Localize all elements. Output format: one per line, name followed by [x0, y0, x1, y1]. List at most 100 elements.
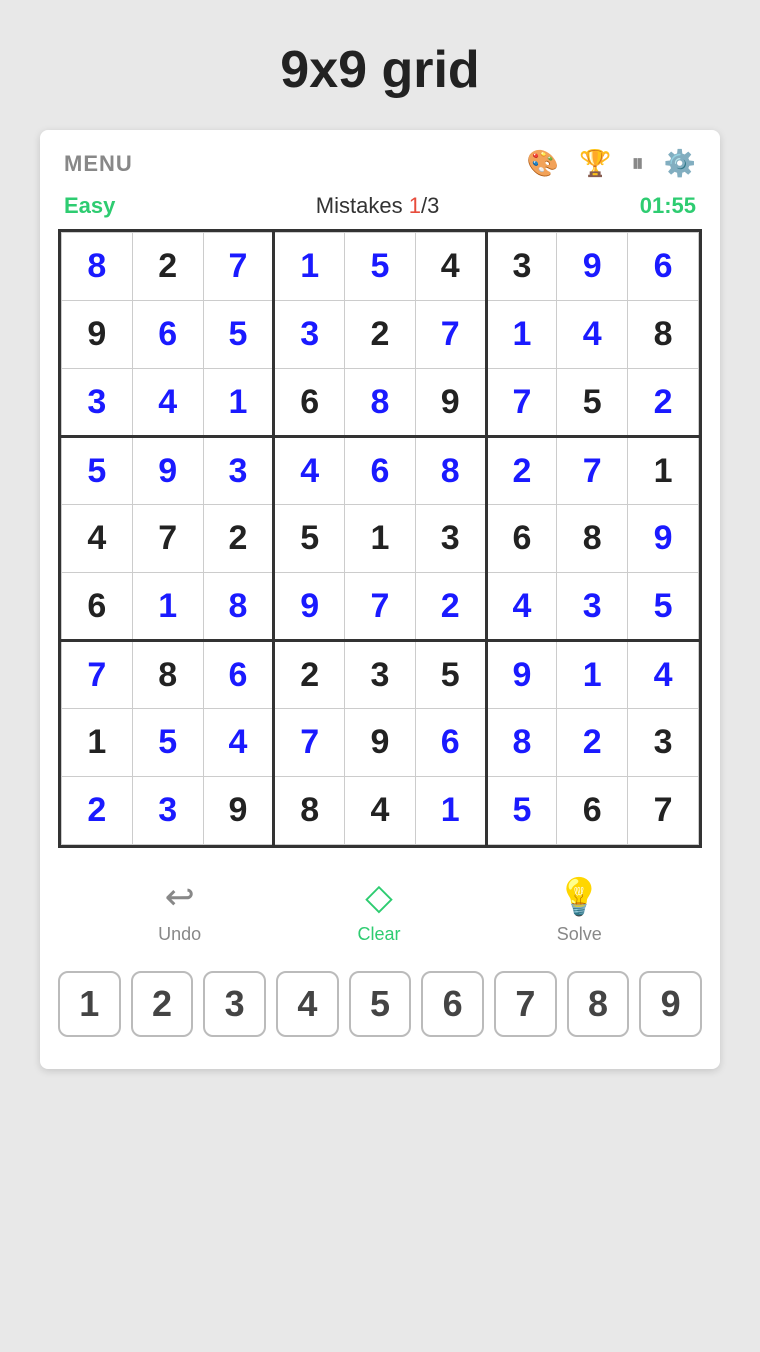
table-row[interactable]: 7: [132, 505, 203, 573]
table-row[interactable]: 6: [415, 709, 486, 777]
table-row[interactable]: 6: [557, 777, 628, 845]
table-row[interactable]: 6: [345, 437, 416, 505]
table-row[interactable]: 8: [132, 641, 203, 709]
table-row[interactable]: 7: [557, 437, 628, 505]
table-row[interactable]: 4: [486, 573, 557, 641]
table-row[interactable]: 9: [628, 505, 699, 573]
table-row[interactable]: 7: [203, 233, 274, 301]
table-row[interactable]: 1: [415, 777, 486, 845]
table-row[interactable]: 9: [415, 369, 486, 437]
table-row[interactable]: 4: [345, 777, 416, 845]
table-row[interactable]: 2: [274, 641, 345, 709]
table-row[interactable]: 2: [628, 369, 699, 437]
table-row[interactable]: 3: [557, 573, 628, 641]
table-row[interactable]: 6: [62, 573, 133, 641]
table-row[interactable]: 1: [132, 573, 203, 641]
palette-icon[interactable]: 🎨: [527, 148, 559, 179]
number-button-7[interactable]: 7: [494, 971, 557, 1037]
table-row[interactable]: 8: [345, 369, 416, 437]
trophy-icon[interactable]: 🏆: [579, 148, 611, 179]
table-row[interactable]: 1: [557, 641, 628, 709]
table-row[interactable]: 1: [628, 437, 699, 505]
table-row[interactable]: 7: [274, 709, 345, 777]
table-row[interactable]: 7: [345, 573, 416, 641]
table-row[interactable]: 8: [203, 573, 274, 641]
table-row[interactable]: 5: [132, 709, 203, 777]
table-row[interactable]: 5: [557, 369, 628, 437]
number-button-4[interactable]: 4: [276, 971, 339, 1037]
table-row[interactable]: 6: [203, 641, 274, 709]
number-button-3[interactable]: 3: [203, 971, 266, 1037]
table-row[interactable]: 3: [274, 301, 345, 369]
table-row[interactable]: 8: [274, 777, 345, 845]
table-row[interactable]: 4: [274, 437, 345, 505]
table-row[interactable]: 2: [486, 437, 557, 505]
table-row[interactable]: 9: [62, 301, 133, 369]
table-row[interactable]: 2: [62, 777, 133, 845]
table-row[interactable]: 2: [415, 573, 486, 641]
table-row[interactable]: 9: [203, 777, 274, 845]
table-row[interactable]: 7: [415, 301, 486, 369]
table-row[interactable]: 2: [345, 301, 416, 369]
number-button-9[interactable]: 9: [639, 971, 702, 1037]
table-row[interactable]: 8: [628, 301, 699, 369]
table-row[interactable]: 3: [203, 437, 274, 505]
table-row[interactable]: 4: [557, 301, 628, 369]
solve-button[interactable]: 💡 Solve: [557, 876, 602, 945]
table-row[interactable]: 7: [628, 777, 699, 845]
table-row[interactable]: 6: [628, 233, 699, 301]
table-row[interactable]: 1: [274, 233, 345, 301]
table-row[interactable]: 2: [132, 233, 203, 301]
clear-button[interactable]: ◇ Clear: [357, 876, 400, 945]
number-button-8[interactable]: 8: [567, 971, 630, 1037]
table-row[interactable]: 5: [345, 233, 416, 301]
table-row[interactable]: 5: [203, 301, 274, 369]
table-row[interactable]: 4: [203, 709, 274, 777]
table-row[interactable]: 5: [628, 573, 699, 641]
table-row[interactable]: 4: [62, 505, 133, 573]
undo-button[interactable]: ↩ Undo: [158, 876, 201, 945]
table-row[interactable]: 4: [132, 369, 203, 437]
table-row[interactable]: 9: [486, 641, 557, 709]
table-row[interactable]: 2: [557, 709, 628, 777]
table-row[interactable]: 9: [132, 437, 203, 505]
number-button-2[interactable]: 2: [131, 971, 194, 1037]
settings-icon[interactable]: ⚙️: [664, 148, 696, 179]
difficulty-label: Easy: [64, 193, 115, 219]
table-row[interactable]: 3: [345, 641, 416, 709]
number-button-1[interactable]: 1: [58, 971, 121, 1037]
table-row[interactable]: 3: [62, 369, 133, 437]
table-row[interactable]: 6: [274, 369, 345, 437]
table-row[interactable]: 1: [345, 505, 416, 573]
table-row[interactable]: 8: [486, 709, 557, 777]
number-button-6[interactable]: 6: [421, 971, 484, 1037]
table-row[interactable]: 7: [62, 641, 133, 709]
table-row[interactable]: 4: [415, 233, 486, 301]
table-row[interactable]: 3: [486, 233, 557, 301]
table-row[interactable]: 2: [203, 505, 274, 573]
table-row[interactable]: 8: [557, 505, 628, 573]
table-row[interactable]: 1: [62, 709, 133, 777]
table-row[interactable]: 5: [62, 437, 133, 505]
mistakes-max: 3: [427, 193, 439, 218]
number-button-5[interactable]: 5: [349, 971, 412, 1037]
table-row[interactable]: 5: [486, 777, 557, 845]
table-row[interactable]: 3: [132, 777, 203, 845]
table-row[interactable]: 1: [486, 301, 557, 369]
table-row[interactable]: 5: [415, 641, 486, 709]
table-row[interactable]: 9: [345, 709, 416, 777]
table-row[interactable]: 8: [415, 437, 486, 505]
table-row[interactable]: 4: [628, 641, 699, 709]
table-row[interactable]: 9: [557, 233, 628, 301]
table-row[interactable]: 1: [203, 369, 274, 437]
table-row[interactable]: 3: [415, 505, 486, 573]
table-row[interactable]: 8: [62, 233, 133, 301]
table-row[interactable]: 5: [274, 505, 345, 573]
table-row[interactable]: 6: [132, 301, 203, 369]
pause-icon[interactable]: ⏸: [632, 150, 644, 178]
table-row[interactable]: 7: [486, 369, 557, 437]
table-row[interactable]: 6: [486, 505, 557, 573]
menu-label[interactable]: MENU: [64, 151, 133, 177]
table-row[interactable]: 3: [628, 709, 699, 777]
table-row[interactable]: 9: [274, 573, 345, 641]
